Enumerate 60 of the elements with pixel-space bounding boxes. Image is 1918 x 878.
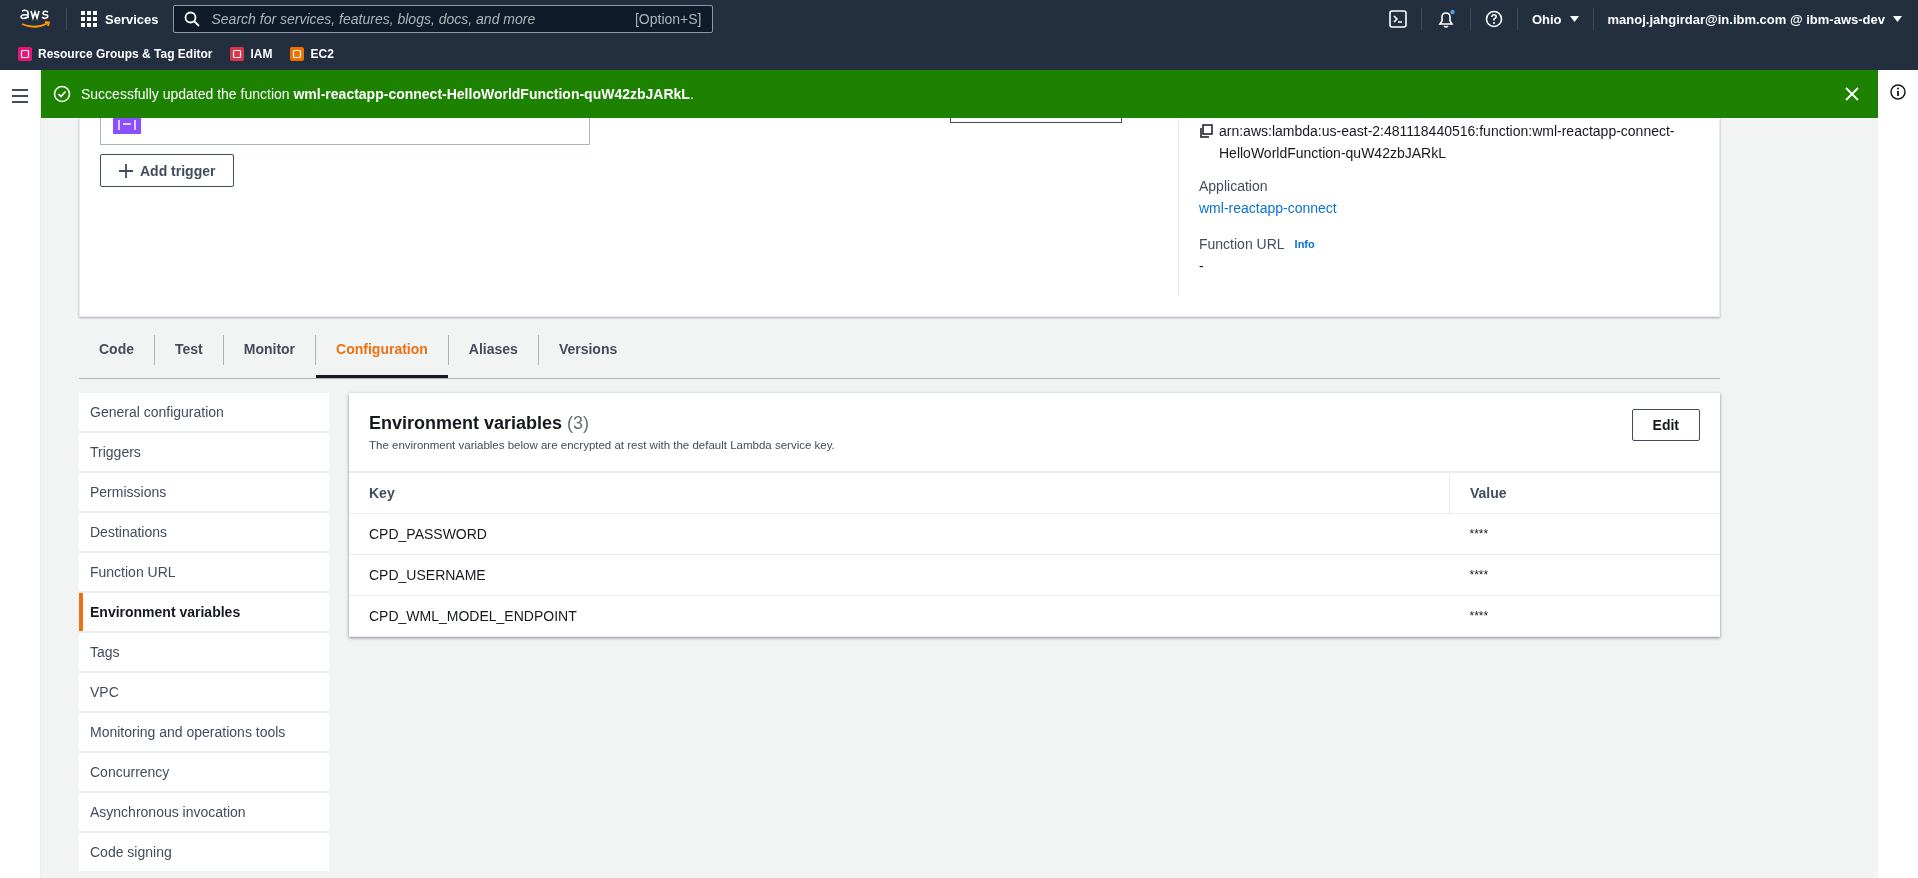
sidebar-item[interactable]: Monitoring and operations tools — [79, 713, 329, 751]
help-icon[interactable] — [1484, 10, 1503, 28]
edit-button[interactable]: Edit — [1631, 409, 1700, 441]
info-link[interactable]: Info — [1294, 238, 1315, 250]
search-field[interactable]: Search for services, features, blogs, docs, and more [Option+S] — [172, 5, 713, 33]
sidebar-item[interactable]: VPC — [79, 673, 329, 711]
info-icon[interactable] — [1890, 84, 1906, 100]
favorite-link[interactable]: EC2 — [290, 47, 334, 61]
table-cell: CPD_WML_MODEL_ENDPOINT — [349, 595, 1450, 637]
sidebar-item[interactable]: Destinations — [79, 513, 329, 551]
check-circle-icon — [53, 85, 71, 103]
search-icon — [183, 11, 200, 27]
grid-icon — [81, 11, 97, 27]
sidebar-item[interactable]: Triggers — [79, 433, 329, 471]
sidebar-item[interactable]: Environment variables — [79, 593, 329, 631]
terminal-icon[interactable] — [1388, 10, 1407, 28]
close-icon[interactable] — [1844, 86, 1860, 102]
sidebar-item[interactable]: Asynchronous invocation — [79, 793, 329, 831]
panel-title: Environment variables — [369, 413, 563, 433]
caret-icon — [1893, 16, 1902, 22]
tab[interactable]: Monitor — [223, 322, 316, 378]
variable-count: (3) — [567, 413, 590, 433]
table-cell: CPD_PASSWORD — [349, 513, 1450, 555]
menu-icon[interactable] — [12, 89, 28, 103]
services-menu[interactable]: Services — [81, 11, 159, 27]
sidebar-item[interactable]: Permissions — [79, 473, 329, 511]
tab[interactable]: Aliases — [448, 322, 538, 378]
function-arn: arn:aws:lambda:us-east-2:481118440516:function:wml-reactapp-connect-HelloWorldFunction-quW42zbJARkL — [1219, 122, 1676, 163]
shortcut-hint: [Option+S] — [634, 11, 702, 27]
column-header: Key — [349, 472, 1450, 514]
table-cell: CPD_USERNAME — [349, 554, 1450, 596]
region-menu[interactable]: Ohio — [1531, 11, 1579, 27]
tab[interactable]: Test — [155, 322, 223, 378]
table-cell: **** — [1449, 513, 1720, 555]
plus-icon — [119, 163, 133, 178]
table-cell: **** — [1449, 554, 1720, 596]
table-cell: **** — [1449, 595, 1720, 637]
favorite-link[interactable]: IAM — [230, 47, 273, 61]
field-value: - — [1199, 258, 1205, 274]
tab[interactable]: Code — [79, 322, 154, 378]
caret-icon — [1569, 16, 1579, 22]
copy-icon[interactable] — [1199, 124, 1213, 138]
column-header: Value — [1449, 472, 1720, 514]
panel-description: The environment variables below are encrypted at rest with the default Lambda service key. — [369, 439, 835, 451]
tab[interactable]: Versions — [538, 322, 638, 378]
application-link[interactable]: wml-reactapp-connect — [1199, 200, 1699, 216]
account-menu[interactable]: manoj.jahgirdar@in.ibm.com @ ibm-aws-dev — [1607, 11, 1902, 27]
banner-message: Successfully updated the function wml-reactapp-connect-HelloWorldFunction-quW42zbJARkL. — [81, 86, 695, 102]
field-label: Function URL — [1199, 236, 1285, 252]
sidebar-item[interactable]: General configuration — [79, 393, 329, 431]
sidebar-item[interactable]: Function URL — [79, 553, 329, 591]
trigger-card[interactable] — [100, 118, 590, 145]
sidebar-item[interactable]: Code signing — [79, 833, 329, 871]
favorite-link[interactable]: Resource Groups & Tag Editor — [18, 47, 213, 61]
logo-icon[interactable] — [18, 7, 52, 31]
search-input[interactable]: Search for services, features, blogs, docs, and more — [209, 10, 625, 28]
add-trigger-button[interactable]: Add trigger — [100, 154, 235, 187]
field-label: Application — [1199, 178, 1269, 194]
sidebar-item[interactable]: Concurrency — [79, 753, 329, 791]
sidebar-item[interactable]: Tags — [79, 633, 329, 671]
